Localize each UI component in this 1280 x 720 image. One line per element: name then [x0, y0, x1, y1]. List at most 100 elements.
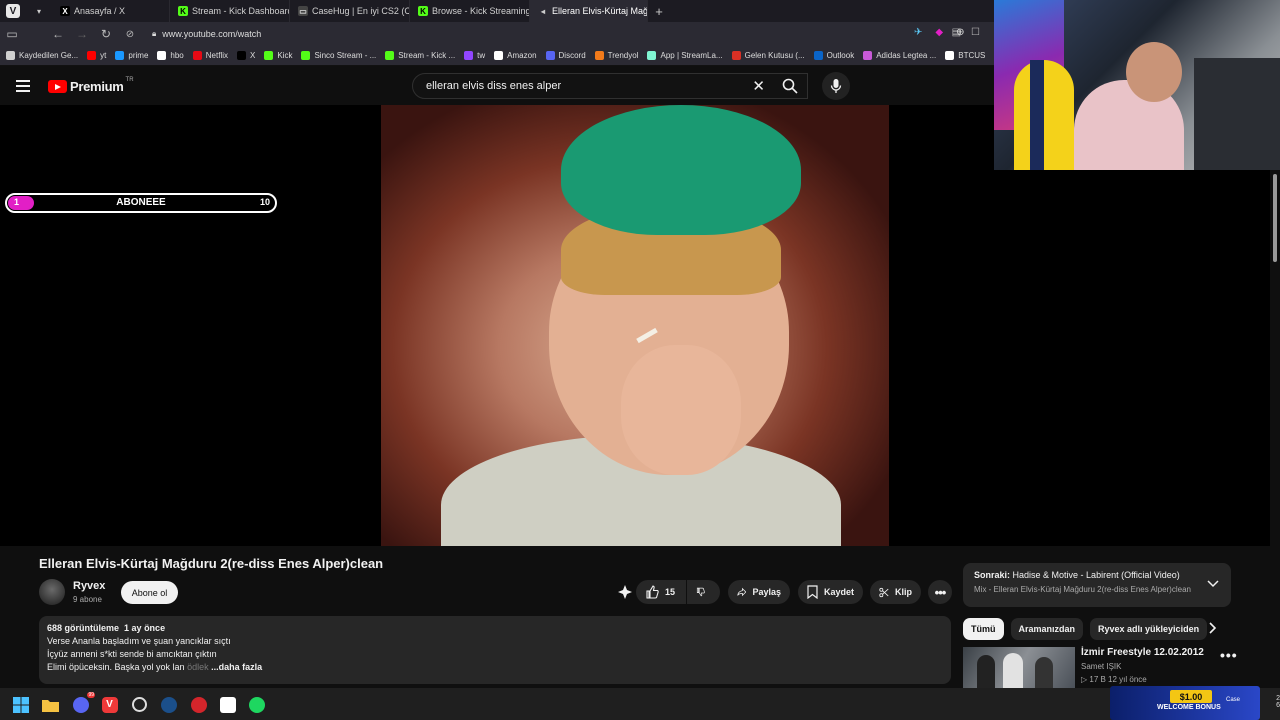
reload-button[interactable]: ↻	[94, 27, 118, 41]
bookmark-item[interactable]: Netflix	[192, 51, 228, 60]
show-more-link[interactable]: ...daha fazla	[211, 662, 262, 672]
chip-all[interactable]: Tümü	[963, 618, 1004, 640]
chevron-right-icon[interactable]	[1209, 622, 1217, 637]
vivaldi-icon[interactable]: V	[101, 696, 118, 713]
file-explorer-icon[interactable]	[42, 696, 59, 713]
video-frame[interactable]	[381, 105, 889, 546]
video-description[interactable]: 688 görüntüleme 1 ay önce Verse Ananla b…	[39, 616, 951, 684]
bookmark-item[interactable]: Adidas Legtea ...	[863, 51, 936, 60]
steam-icon[interactable]	[160, 696, 177, 713]
obs-icon[interactable]	[131, 696, 148, 713]
notification-badge: 99	[87, 692, 95, 698]
bookmark-item[interactable]: App | StreamLa...	[647, 51, 723, 60]
app-terminal-icon[interactable]	[219, 696, 236, 713]
kick-logo-icon: K	[178, 6, 188, 16]
more-horizontal-icon: •••	[934, 584, 947, 600]
filter-chips: Tümü Aramanızdan Ryvex adlı yükleyiciden	[963, 618, 1208, 640]
like-button[interactable]: 15	[636, 580, 686, 604]
bookmark-item[interactable]: Outlook	[813, 51, 854, 60]
clear-search-icon[interactable]: ✕	[752, 77, 765, 95]
bookmark-item[interactable]: BTCUS	[945, 51, 985, 60]
promo-text: WELCOME BONUS	[1157, 704, 1221, 711]
tab-x[interactable]: X Anasayfa / X	[52, 0, 170, 22]
bookmark-save-icon	[807, 585, 818, 599]
speaker-icon: ◂	[540, 6, 545, 16]
search-input[interactable]	[424, 79, 748, 93]
kick-logo-icon: K	[418, 6, 428, 16]
site-settings-icon[interactable]: ⊘	[118, 29, 142, 40]
more-actions-button[interactable]: •••	[928, 580, 952, 604]
chip-from-search[interactable]: Aramanızdan	[1010, 618, 1084, 640]
discord-icon[interactable]: 99	[72, 692, 95, 713]
windows-start-icon[interactable]	[12, 696, 29, 713]
channel-name[interactable]: Ryvex	[73, 580, 105, 592]
kick-logo-icon	[264, 51, 274, 60]
voice-search-button[interactable]	[822, 72, 850, 100]
bookmark-item[interactable]: Stream - Kick ...	[385, 51, 455, 60]
description-line: Elimi öpüceksin. Başka yol yok lan ödlek…	[47, 662, 263, 672]
bookmark-item[interactable]: Trendyol	[594, 51, 638, 60]
clip-button[interactable]: Klip	[870, 580, 921, 604]
bookmark-item[interactable]: prime	[115, 51, 148, 60]
x-logo-icon: X	[60, 6, 70, 16]
subscriber-goal-label: ABONEEE	[116, 197, 166, 208]
person-head	[1126, 42, 1182, 102]
bookmark-item[interactable]: Sinco Stream - ...	[301, 51, 376, 60]
bookmark-item[interactable]: Discord	[545, 51, 586, 60]
video-player[interactable]: 1 ABONEEE 10	[0, 105, 1270, 546]
tab-kick-browse[interactable]: K Browse - Kick Streaming	[410, 0, 530, 22]
bookmark-item[interactable]: Amazon	[494, 51, 537, 60]
up-next-panel[interactable]: Sonraki: Hadise & Motive - Labirent (Off…	[963, 563, 1231, 607]
new-tab-button[interactable]: +	[648, 4, 670, 19]
extension-icon[interactable]: ◆	[935, 27, 943, 38]
chevron-down-icon[interactable]	[1207, 577, 1219, 591]
forward-button[interactable]: →	[70, 27, 94, 41]
extension-icon[interactable]: ⊕	[956, 27, 964, 38]
system-clock: 26	[1276, 695, 1280, 709]
channel-avatar[interactable]	[39, 579, 65, 605]
spotify-icon[interactable]	[248, 696, 265, 713]
youtube-premium-logo[interactable]: Premium TR	[48, 77, 134, 94]
tradingview-icon	[945, 51, 955, 60]
bookmark-item[interactable]: Kaydedilen Ge...	[6, 51, 78, 60]
bookmark-item[interactable]: hbo	[157, 51, 184, 60]
url-field[interactable]: 🔒︎ www.youtube.com/watch	[152, 29, 261, 39]
video-title: Elleran Elvis-Kürtaj Mağduru 2(re-diss E…	[39, 556, 384, 571]
extension-icon[interactable]: ✈	[914, 27, 922, 38]
subscriber-goal-target: 10	[259, 197, 270, 207]
recommended-channel[interactable]: Samet IŞIK	[1081, 662, 1121, 671]
tab-casehug[interactable]: ▭CaseHug | En iyi CS2 (CS:GO	[290, 0, 410, 22]
bookmark-item[interactable]: X	[237, 51, 255, 60]
hamburger-menu-icon[interactable]	[16, 80, 30, 92]
panel-toggle-icon[interactable]: ▭	[0, 27, 24, 41]
vivaldi-menu-button[interactable]: V	[0, 0, 26, 22]
tab-youtube-active[interactable]: ◂Elleran Elvis-Kürtaj Mağdur	[530, 0, 648, 22]
bookmark-item[interactable]: Kick	[264, 51, 292, 60]
app-red-icon[interactable]	[190, 696, 207, 713]
extensions-area: ✈ ◆ ⊕	[914, 27, 964, 38]
subscribe-button[interactable]: Abone ol	[121, 581, 178, 604]
search-button[interactable]	[772, 73, 808, 99]
tab-dropdown-button[interactable]: ▾	[26, 0, 52, 22]
bookmark-item[interactable]: yt	[87, 51, 106, 60]
chip-from-uploader[interactable]: Ryvex adlı yükleyiciden	[1090, 618, 1208, 640]
dislike-button[interactable]	[687, 580, 720, 604]
recommended-thumbnail[interactable]	[963, 647, 1075, 688]
page-scrollbar[interactable]	[1270, 170, 1280, 690]
bookmark-item[interactable]: tw	[464, 51, 485, 60]
subscriber-goal-bar: 1 ABONEEE 10	[5, 193, 277, 213]
tab-kick-dashboard[interactable]: K Stream - Kick Dashboard	[170, 0, 290, 22]
more-vertical-icon[interactable]: •••	[1220, 647, 1238, 663]
bookmark-icon[interactable]: ☐	[971, 27, 980, 38]
subscriber-count: 9 abone	[73, 595, 102, 604]
share-button[interactable]: Paylaş	[728, 580, 790, 604]
outlook-icon	[813, 51, 823, 60]
recommended-title[interactable]: İzmir Freestyle 12.02.2012	[1081, 647, 1204, 658]
back-button[interactable]: ←	[46, 27, 70, 41]
discord-icon	[545, 51, 555, 60]
scrollbar-thumb[interactable]	[1273, 174, 1277, 262]
figure-shape	[1035, 657, 1053, 688]
bookmark-item[interactable]: Gelen Kutusu (...	[731, 51, 805, 60]
save-button[interactable]: Kaydet	[798, 580, 863, 604]
sparkle-icon[interactable]	[616, 583, 634, 604]
